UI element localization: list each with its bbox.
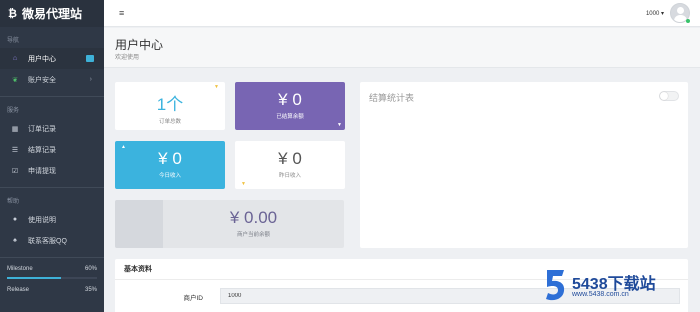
- sidebar-item-label: 用户中心: [28, 55, 56, 63]
- card-label: 商户当前余额: [236, 232, 270, 238]
- progress-label: Milestone: [7, 266, 33, 272]
- stats-toggle[interactable]: [659, 91, 679, 101]
- bell-icon: ♠: [13, 237, 17, 244]
- home-icon: ⌂: [12, 55, 18, 62]
- card-value: ¥ 0: [158, 149, 182, 168]
- sidebar-item-label: 账户安全: [28, 76, 56, 84]
- card-value: ¥ 0: [278, 90, 302, 109]
- user-menu[interactable]: 1000 ▾: [646, 3, 690, 23]
- caret-up-icon: ▲: [121, 144, 126, 150]
- card-settled-balance: ¥ 0 已结算余额 ▼: [235, 82, 345, 130]
- caret-down-icon: ▼: [337, 122, 342, 128]
- page-header: 用户中心 欢迎使用: [104, 28, 700, 68]
- watermark: 5438下载站 www.5438.com.cn: [544, 268, 684, 308]
- divider: [0, 257, 104, 258]
- progress-bar: [7, 277, 97, 279]
- progress-value: 35%: [84, 287, 97, 293]
- caret-down-icon: ▼: [214, 84, 219, 90]
- sidebar-item-contact-qq[interactable]: ♠ 联系客服QQ: [0, 230, 104, 251]
- settlement-stats-panel: 结算统计表: [360, 82, 688, 248]
- card-label: 昨日收入: [278, 173, 301, 179]
- menu-toggle-icon[interactable]: ≡: [119, 8, 124, 18]
- card-value: ¥ 0.00: [229, 208, 278, 227]
- section-label-nav: 导航: [7, 38, 20, 44]
- watermark-logo-icon: [546, 270, 565, 301]
- card-yesterday-income: ¥ 0 昨日收入 ▼: [235, 141, 345, 189]
- table-icon: ▦: [11, 125, 19, 133]
- page-subtitle: 欢迎使用: [115, 55, 140, 61]
- list-icon: ☰: [11, 146, 19, 154]
- sidebar-item-orders[interactable]: ▦ 订单记录: [0, 118, 104, 139]
- card-label: 今日收入: [158, 173, 181, 179]
- sidebar-item-label: 订单记录: [28, 125, 56, 133]
- watermark-url: www.5438.com.cn: [572, 291, 629, 298]
- section-label-service: 服务: [7, 108, 20, 114]
- sidebar-item-label: 申请提现: [28, 167, 56, 175]
- sidebar-item-instructions[interactable]: ● 使用说明: [0, 209, 104, 230]
- brand[interactable]: ₿ 微易代理站: [0, 0, 104, 27]
- sidebar-item-label: 结算记录: [28, 146, 56, 154]
- info-circle-icon: ●: [12, 216, 18, 223]
- stats-title: 结算统计表: [369, 93, 415, 103]
- progress-label: Release: [7, 287, 30, 293]
- card-accent-block: [115, 200, 163, 248]
- online-status-dot: [686, 19, 690, 23]
- leaf-icon: ❦: [12, 76, 18, 84]
- check-square-icon: ☑: [11, 167, 19, 175]
- card-order-count: 1个 订单总数 ▼: [115, 82, 225, 130]
- topbar: ≡ 1000 ▾: [104, 0, 700, 27]
- card-today-income: ¥ 0 今日收入 ▲: [115, 141, 225, 189]
- merchant-id-label: 商户ID: [183, 295, 204, 302]
- sidebar-item-settlements[interactable]: ☰ 结算记录: [0, 139, 104, 160]
- sidebar-item-label: 联系客服QQ: [28, 237, 67, 245]
- section-label-help: 帮助: [7, 199, 20, 205]
- caret-down-icon: ▼: [241, 181, 246, 187]
- sidebar-item-label: 使用说明: [28, 216, 56, 224]
- progress-fill: [7, 277, 61, 279]
- progress-milestone: Milestone 60%: [0, 266, 104, 279]
- brand-title: 微易代理站: [21, 7, 82, 21]
- username-dropdown[interactable]: 1000 ▾: [646, 10, 664, 17]
- card-label: 订单总数: [158, 119, 181, 125]
- card-label: 已结算余额: [276, 114, 304, 120]
- sidebar-item-withdraw[interactable]: ☑ 申请提现: [0, 160, 104, 181]
- active-badge: [86, 55, 94, 62]
- sidebar-item-account-security[interactable]: ❦ 账户安全 ›: [0, 69, 104, 90]
- sidebar: ₿ 微易代理站 导航 ⌂ 用户中心 ❦ 账户安全 › 服务 ▦ 订单记录 ☰ 结…: [0, 0, 104, 312]
- card-value: 1个: [156, 95, 184, 114]
- card-value: ¥ 0: [278, 149, 302, 168]
- bitcoin-icon: ₿: [8, 7, 17, 20]
- chevron-right-icon: ›: [89, 76, 92, 83]
- page-title: 用户中心: [115, 38, 164, 52]
- progress-release: Release 35%: [0, 287, 104, 293]
- sidebar-item-user-center[interactable]: ⌂ 用户中心: [0, 48, 104, 69]
- card-current-balance: ¥ 0.00 商户当前余额: [115, 200, 344, 248]
- progress-value: 60%: [84, 266, 97, 272]
